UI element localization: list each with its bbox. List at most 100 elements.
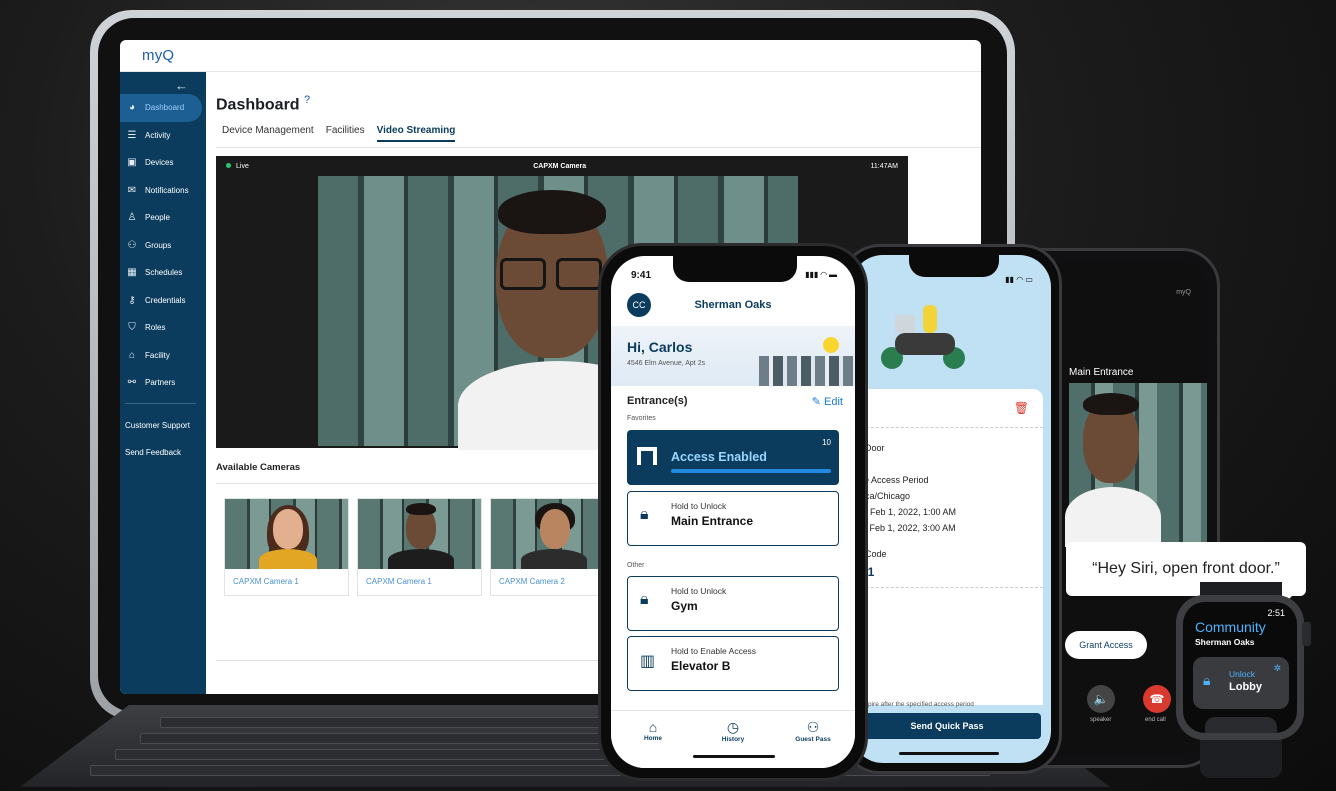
sidebar-item-partners[interactable]: ⚯ Partners (120, 369, 206, 397)
key-icon: ⚷ (128, 294, 136, 306)
trash-icon[interactable]: 🗑 (1014, 401, 1029, 415)
edit-button[interactable]: ✎ Edit (812, 395, 843, 408)
sidebar-item-dashboard[interactable]: ◕ Dashboard (120, 94, 202, 122)
access-enabled-label: Access Enabled (671, 450, 767, 464)
main-entrance-card[interactable]: 🔒︎ Hold to Unlock Main Entrance (627, 491, 839, 546)
unlock-lobby-tile[interactable]: 🔒︎ Unlock Lobby ✲ (1193, 657, 1289, 709)
access-progress-bar (671, 469, 831, 473)
available-cameras-panel: Available Cameras CAPXM Camera 1 CAPXM C… (216, 450, 616, 658)
sidebar-item-roles[interactable]: ⛉ Roles (120, 314, 206, 342)
guest-pass-card: za 🗑 nt Door tive Access Period erica/Ch… (851, 389, 1043, 708)
sidebar-item-label: Devices (145, 158, 174, 168)
grant-access-button[interactable]: Grant Access (1065, 631, 1147, 659)
sidebar-item-label: Notifications (145, 185, 189, 195)
elevator-icon: ▥ (640, 653, 656, 670)
camera-thumbnail (491, 499, 614, 569)
sidebar-item-label: Credentials (145, 295, 186, 305)
glasses (500, 258, 546, 290)
page-title-text: Dashboard (216, 96, 300, 114)
entrances-title: Entrance(s) (627, 395, 688, 407)
lobby-label: Lobby (1229, 681, 1262, 693)
end-row: ds: Feb 1, 2022, 3:00 AM (855, 523, 956, 533)
sidebar-item-activity[interactable]: ☰ Activity (120, 122, 206, 150)
calendar-icon: ▦ (127, 267, 137, 279)
camera-name: CAPXM Camera (533, 162, 587, 170)
tab-device-management[interactable]: Device Management (222, 125, 314, 142)
hold-to-unlock-label: Hold to Unlock (671, 501, 727, 511)
nav-home-label: Home (643, 735, 663, 742)
watch-screen: 2:51 Community Sherman Oaks 🔒︎ Unlock Lo… (1183, 602, 1297, 733)
phone-notch (673, 256, 797, 282)
role-icon: ⛉ (128, 322, 136, 334)
end-call-label: end call (1145, 717, 1166, 723)
status-time: 9:41 (631, 270, 652, 281)
sidebar-item-label: Activity (145, 130, 171, 140)
camera-card[interactable]: CAPXM Camera 1 (224, 498, 349, 596)
sun-icon (823, 337, 839, 353)
nav-home[interactable]: ⌂ Home (623, 719, 683, 742)
expire-note: ill expire after the specified access pe… (855, 701, 974, 708)
thumb-shirt (388, 549, 454, 569)
camera-list: CAPXM Camera 1 CAPXM Camera 1 CAPXM Came… (224, 498, 615, 596)
door-name: Main Entrance (671, 514, 754, 528)
person-shirt (1065, 487, 1161, 547)
person-icon: ♙ (127, 212, 137, 224)
other-label: Other (627, 562, 645, 569)
home-icon: ⌂ (648, 719, 658, 735)
tab-facilities[interactable]: Facilities (326, 125, 365, 142)
myq-logo[interactable]: myQ (142, 47, 174, 64)
siri-command-text: “Hey Siri, open front door.” (1092, 560, 1280, 577)
sidebar-item-people[interactable]: ♙ People (120, 204, 206, 232)
watch-crown (1302, 622, 1311, 646)
intercom-video (1065, 383, 1207, 547)
person-hair (1083, 393, 1139, 415)
edit-label: Edit (824, 396, 843, 408)
sidebar-item-label: Roles (145, 323, 166, 333)
tab-video-streaming[interactable]: Video Streaming (376, 125, 456, 142)
sidebar-item-label: Groups (145, 240, 172, 250)
sidebar-item-credentials[interactable]: ⚷ Credentials (120, 287, 206, 315)
elevator-card[interactable]: ▥ Hold to Enable Access Elevator B (627, 636, 839, 691)
entrance-label: Main Entrance (1069, 367, 1134, 378)
send-feedback-link[interactable]: Send Feedback (120, 439, 206, 466)
help-icon[interactable]: ? (304, 94, 310, 106)
sidebar-item-devices[interactable]: ▣ Devices (120, 149, 206, 177)
loading-icon: ✲ (1273, 663, 1281, 673)
end-call-button[interactable]: ☎ (1143, 685, 1171, 713)
facility-icon: ⌂ (128, 349, 136, 361)
camera-thumbnail (358, 499, 481, 569)
nav-guest-pass[interactable]: ⚇ Guest Pass (783, 719, 843, 743)
nav-history[interactable]: ◷ History (703, 719, 763, 743)
glasses (556, 258, 602, 290)
countdown: 10 (822, 438, 831, 447)
door-name: Elevator B (671, 659, 731, 673)
sidebar-divider (125, 402, 196, 404)
sidebar-item-notifications[interactable]: ✉ Notifications (120, 177, 206, 205)
video-time: 11:47AM (870, 162, 898, 170)
page-title: Dashboard ? (216, 94, 310, 114)
sidebar-item-groups[interactable]: ⚇ Groups (120, 232, 206, 260)
camera-card[interactable]: CAPXM Camera 1 (357, 498, 482, 596)
speaker-label: speaker (1090, 717, 1112, 723)
watch-title: Community (1195, 619, 1266, 635)
tab-bar: Device Management Facilities Video Strea… (222, 125, 456, 142)
rider (923, 305, 937, 333)
live-label: Live (236, 162, 249, 170)
hold-to-unlock-label: Hold to Unlock (671, 586, 727, 596)
location-selector[interactable]: Sherman Oaks (611, 299, 855, 311)
camera-card-label: CAPXM Camera 1 (233, 577, 299, 586)
gym-card[interactable]: 🔒︎ Hold to Unlock Gym (627, 576, 839, 631)
thumb-face (540, 509, 570, 549)
speaker-button[interactable]: 🔈 (1087, 685, 1115, 713)
sidebar-item-schedules[interactable]: ▦ Schedules (120, 259, 206, 287)
back-arrow-icon[interactable]: ← (120, 78, 206, 94)
camera-card[interactable]: CAPXM Camera 2 (490, 498, 615, 596)
watch-strap-bottom (1200, 738, 1282, 778)
send-quick-pass-button[interactable]: Send Quick Pass (853, 713, 1041, 739)
sidebar-item-facility[interactable]: ⌂ Facility (120, 342, 206, 370)
access-enabled-card[interactable]: Access Enabled 10 (627, 430, 839, 485)
guests-icon: ⚇ (806, 719, 820, 735)
top-bar: myQ (120, 40, 981, 72)
customer-support-link[interactable]: Customer Support (120, 412, 206, 439)
thumb-shirt (259, 549, 317, 569)
